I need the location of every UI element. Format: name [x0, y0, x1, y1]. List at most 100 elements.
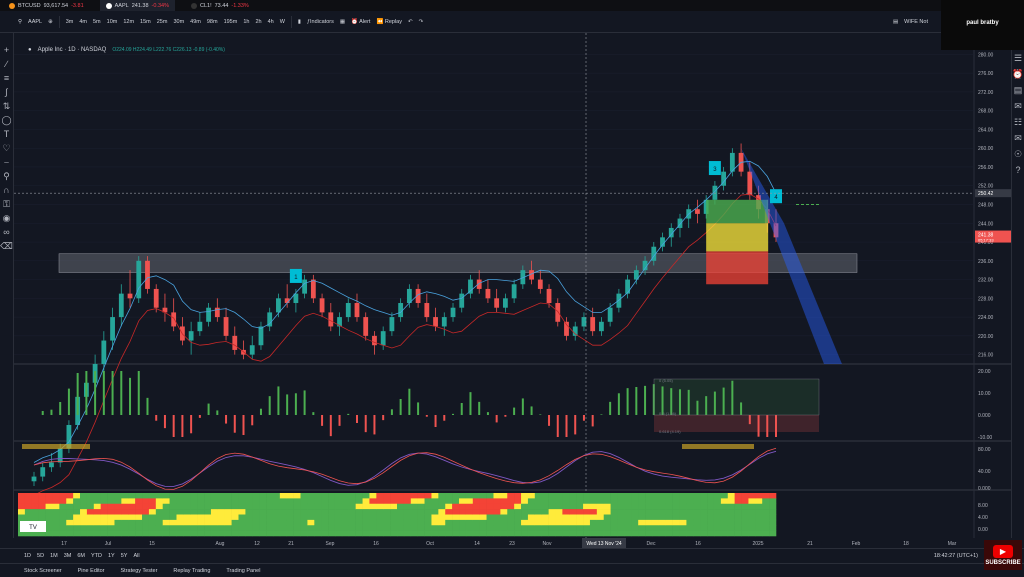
heatmap-cell: [527, 519, 536, 526]
interval-10m[interactable]: 10m: [107, 19, 118, 25]
magnet-icon[interactable]: ∩: [3, 185, 9, 195]
clock[interactable]: 18:42:27 (UTC+1): [934, 553, 978, 559]
interval-98m[interactable]: 98m: [207, 19, 218, 25]
heatmap-cell: [410, 493, 418, 499]
heatmap-cell: [500, 519, 508, 526]
chat-icon[interactable]: ✉: [1014, 133, 1022, 143]
heatmap-cell: [686, 519, 694, 526]
trading-panel-tab[interactable]: Trading Panel: [226, 568, 260, 574]
zoom-icon[interactable]: ⚲: [3, 171, 10, 181]
replay-trading-tab[interactable]: Replay Trading: [173, 568, 210, 574]
ruler-icon[interactable]: ⎯: [4, 157, 9, 167]
range-6m[interactable]: 6M: [77, 553, 85, 559]
heatmap-cell: [438, 503, 446, 510]
shapes-icon[interactable]: ◯: [1, 115, 11, 125]
tab-cl1[interactable]: CL1! 73.44 -1.33%: [185, 0, 255, 11]
heatmap-cell: [576, 509, 584, 515]
interval-12m[interactable]: 12m: [123, 19, 134, 25]
heatmap-cell: [38, 509, 46, 515]
chart-canvas[interactable]: 280.00 276.00 272.00 268.00 264.00 260.00 256.…: [14, 33, 1011, 538]
link-icon[interactable]: ∞: [3, 227, 9, 237]
symbol-search[interactable]: AAPL: [28, 19, 42, 25]
heatmap-cell: [472, 498, 480, 505]
interval-3m[interactable]: 3m: [66, 19, 74, 25]
alerts-icon[interactable]: ⏰: [1012, 69, 1023, 79]
forecast-icon[interactable]: ⇅: [3, 101, 11, 111]
candles-icon[interactable]: ▮: [298, 19, 301, 25]
heatmap-cell: [66, 525, 74, 531]
range-1d[interactable]: 1D: [24, 553, 31, 559]
range-ytd[interactable]: YTD: [91, 553, 102, 559]
help-icon[interactable]: ?: [1015, 165, 1020, 175]
heatmap-cell: [617, 509, 625, 515]
interval-1h[interactable]: 1h: [243, 19, 249, 25]
pattern-icon[interactable]: ∫: [5, 87, 7, 97]
range-3m[interactable]: 3M: [64, 553, 72, 559]
range-1m[interactable]: 1M: [50, 553, 58, 559]
interval-15m[interactable]: 15m: [140, 19, 151, 25]
heatmap-cell: [465, 519, 474, 526]
text-icon[interactable]: T: [4, 129, 10, 139]
news-icon[interactable]: ✉: [1014, 101, 1022, 111]
heatmap-cell: [217, 519, 226, 526]
add-symbol-icon[interactable]: ⊕: [48, 19, 53, 25]
calendar-icon[interactable]: ☷: [1014, 117, 1022, 127]
interval-4h[interactable]: 4h: [268, 19, 274, 25]
eye-icon[interactable]: ◉: [3, 213, 11, 223]
stoch-tick-label: 40.00: [978, 469, 991, 475]
strategy-tester-tab[interactable]: Strategy Tester: [121, 568, 158, 574]
range-1y[interactable]: 1Y: [108, 553, 115, 559]
heatmap-cell: [617, 519, 625, 526]
time-axis[interactable]: 17 Jul 15 Aug 12 21 Sep 16 Oct 14 23 Nov Wed 13 Nov …: [14, 538, 1011, 548]
heatmap-cell: [645, 503, 653, 510]
watchlist-icon[interactable]: ☰: [1014, 53, 1022, 63]
heatmap-cell: [700, 493, 708, 499]
ideas-icon[interactable]: ☉: [1014, 149, 1022, 159]
range-all[interactable]: All: [133, 553, 139, 559]
range-5d[interactable]: 5D: [37, 553, 44, 559]
stock-screener-tab[interactable]: Stock Screener: [24, 568, 62, 574]
heatmap-cell: [279, 498, 288, 505]
undo-icon[interactable]: ↶: [408, 19, 413, 25]
fib-icon[interactable]: ≡: [4, 73, 9, 83]
interval-30m[interactable]: 30m: [173, 19, 184, 25]
subscribe-badge[interactable]: ▶ SUBSCRIBE: [984, 540, 1022, 570]
alert-button[interactable]: ⏰ Alert: [351, 19, 370, 25]
ohlc-values: O224.09 H224.49 L222.76 C226.13 -0.89 (-…: [112, 47, 225, 53]
trendline-icon[interactable]: ∕: [6, 59, 8, 69]
heatmap-cell: [238, 498, 246, 505]
interval-4m[interactable]: 4m: [79, 19, 87, 25]
heatmap-cell: [348, 530, 356, 537]
candle-body: [590, 317, 596, 332]
heatmap-cell: [769, 509, 777, 515]
crosshair-icon[interactable]: +: [4, 45, 9, 55]
heart-icon[interactable]: ♡: [2, 143, 10, 153]
interval-49m[interactable]: 49m: [190, 19, 201, 25]
lock-icon[interactable]: ⚿: [3, 199, 10, 209]
interval-25m[interactable]: 25m: [157, 19, 168, 25]
search-icon[interactable]: ⚲: [18, 19, 22, 25]
layout-icon[interactable]: ▤: [893, 19, 898, 25]
range-5y[interactable]: 5Y: [121, 553, 128, 559]
time-tick-label: 21: [288, 541, 294, 547]
indicators-button[interactable]: ƒIndicators: [307, 19, 334, 25]
tab-aapl[interactable]: AAPL 241.38 -0.34%: [99, 0, 175, 11]
redo-icon[interactable]: ↷: [419, 19, 424, 25]
heatmap-cell: [197, 509, 205, 515]
symbol-title[interactable]: Apple Inc · 1D · NASDAQ: [38, 47, 107, 53]
heatmap-cell: [665, 514, 673, 521]
interval-w[interactable]: W: [280, 19, 285, 25]
layout-grid-icon[interactable]: ▦: [340, 19, 345, 25]
heatmap-cell: [727, 525, 735, 531]
tab-btcusd[interactable]: BTCUSD 93,617.54 -3.81: [3, 0, 90, 11]
interval-5m[interactable]: 5m: [93, 19, 101, 25]
interval-2h[interactable]: 2h: [255, 19, 261, 25]
data-window-icon[interactable]: ▤: [1014, 85, 1023, 95]
replay-button[interactable]: ⏪ Replay: [376, 19, 402, 25]
heatmap-cell: [348, 493, 356, 499]
trash-icon[interactable]: ⌫: [0, 241, 13, 251]
layout-name[interactable]: WIFE Not: [904, 19, 928, 25]
pine-editor-tab[interactable]: Pine Editor: [78, 568, 105, 574]
interval-195m[interactable]: 195m: [224, 19, 238, 25]
heatmap-cell: [73, 503, 81, 510]
